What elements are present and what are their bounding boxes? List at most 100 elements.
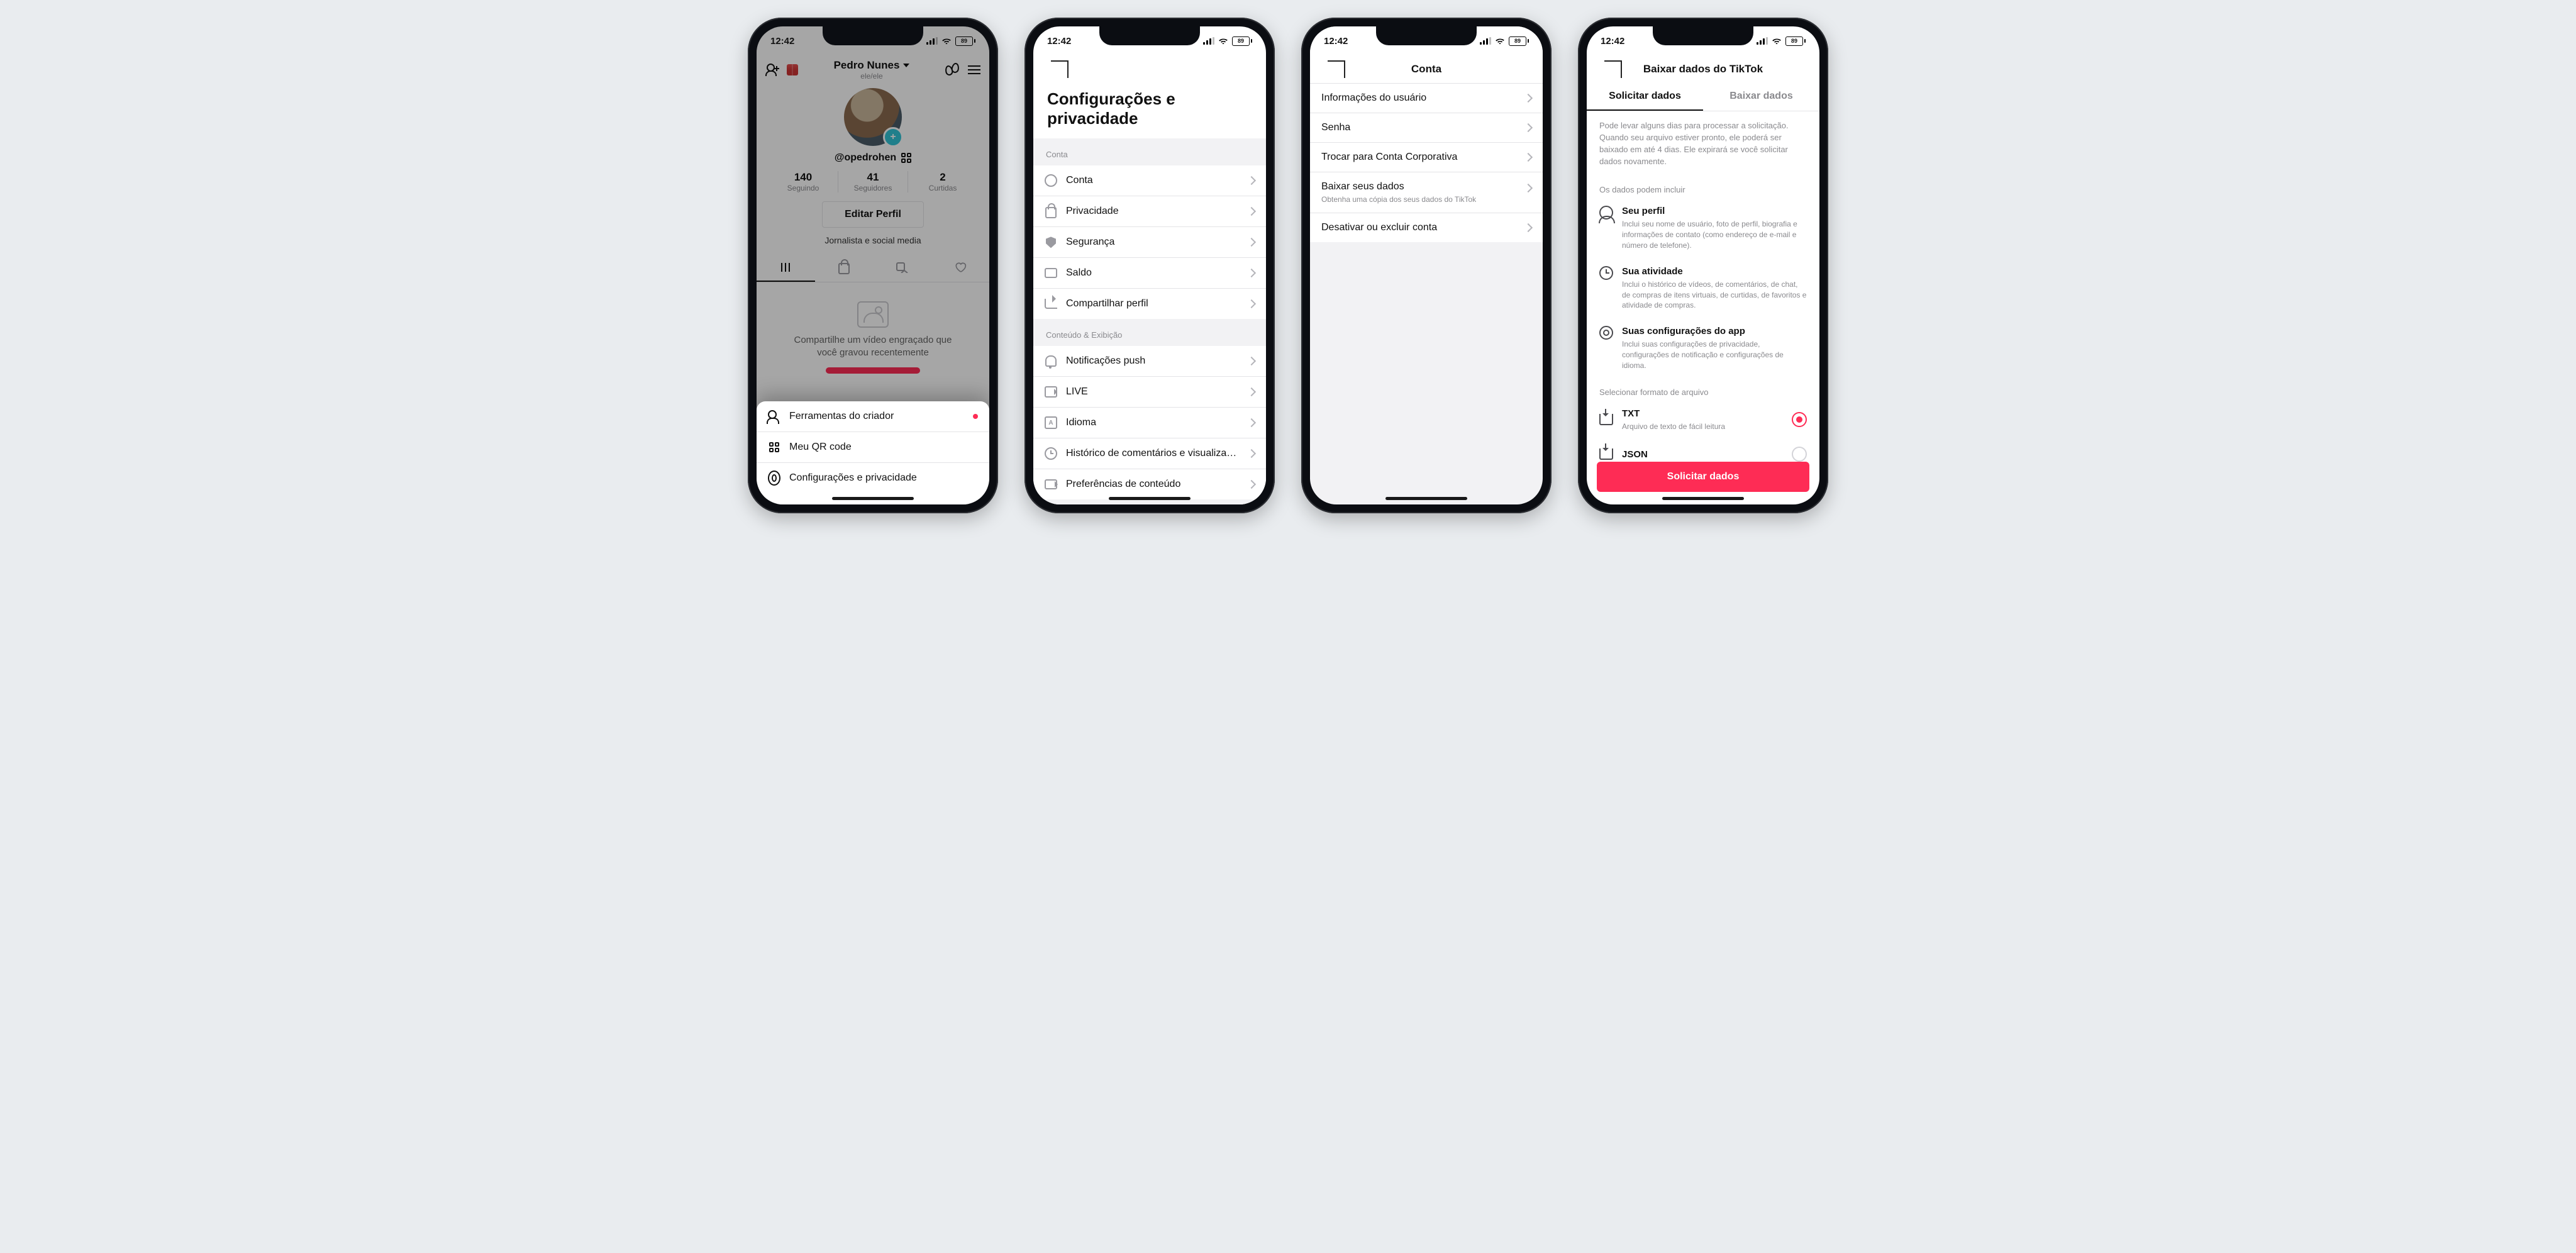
row-share[interactable]: Compartilhar perfil [1033,289,1266,319]
battery-icon: 89 [1232,36,1252,46]
chevron-right-icon [1524,184,1533,192]
bell-icon [1045,355,1057,367]
download-icon [1599,414,1613,425]
lang-icon: A [1045,416,1057,429]
chevron-right-icon [1247,238,1256,247]
home-indicator[interactable] [1109,497,1191,500]
status-time: 12:42 [1047,36,1071,47]
notch [823,26,923,45]
shield-icon [1046,237,1056,248]
chevron-right-icon [1247,357,1256,365]
radio-txt[interactable] [1792,412,1807,427]
home-indicator[interactable] [832,497,914,500]
qr-icon [769,442,779,452]
chevron-right-icon [1524,153,1533,162]
include-heading: Os dados podem incluir [1587,176,1819,198]
chevron-right-icon [1247,449,1256,458]
menu-sheet: Ferramentas do criador Meu QR code Confi… [757,401,989,504]
cellular-icon [1480,37,1491,45]
sheet-creator-tools[interactable]: Ferramentas do criador [757,401,989,432]
profile-icon [1599,206,1613,220]
sheet-qr[interactable]: Meu QR code [757,432,989,463]
chevron-right-icon [1247,387,1256,396]
phone-profile: 12:42 89 [748,18,998,513]
phone-account: 12:42 89 Conta Informações do usuário [1301,18,1552,513]
row-deactivate[interactable]: Desativar ou excluir conta [1310,213,1543,242]
notification-dot-icon [973,414,978,419]
tab-download[interactable]: Baixar dados [1703,83,1819,111]
tab-request[interactable]: Solicitar dados [1587,83,1703,111]
nav-title: Baixar dados do TikTok [1643,63,1763,75]
include-activity: Sua atividade Inclui o histórico de víde… [1587,259,1819,318]
row-live[interactable]: LIVE [1033,377,1266,408]
request-button[interactable]: Solicitar dados [1597,462,1809,492]
section-content: Conteúdo & Exibição [1033,319,1266,346]
notch [1653,26,1753,45]
chevron-right-icon [1247,176,1256,185]
wifi-icon [1495,37,1505,45]
wifi-icon [1218,37,1228,45]
row-security[interactable]: Segurança [1033,227,1266,258]
row-history[interactable]: Histórico de comentários e visualiza… [1033,438,1266,469]
chevron-right-icon [1524,223,1533,232]
back-button[interactable] [1042,64,1052,74]
status-time: 12:42 [770,36,794,47]
creator-icon [768,410,780,423]
sheet-settings[interactable]: Configurações e privacidade [757,463,989,493]
row-userinfo[interactable]: Informações do usuário [1310,84,1543,113]
status-time: 12:42 [1324,36,1348,47]
chevron-right-icon [1247,207,1256,216]
wifi-icon [941,37,952,45]
battery-icon: 89 [955,36,975,46]
settings-title: Configurações e privacidade [1033,83,1266,138]
notch [1376,26,1477,45]
intro-text: Pode levar alguns dias para processar a … [1587,111,1819,176]
cellular-icon [926,37,938,45]
row-download[interactable]: Baixar seus dados Obtenha uma cópia dos … [1310,172,1543,213]
row-push[interactable]: Notificações push [1033,346,1266,377]
download-icon [1599,448,1613,460]
live-icon [1045,386,1057,398]
chevron-right-icon [1524,123,1533,132]
cellular-icon [1203,37,1214,45]
user-icon [1045,174,1057,187]
gear-icon [768,471,780,486]
chevron-right-icon [1247,269,1256,277]
row-password[interactable]: Senha [1310,113,1543,143]
row-account[interactable]: Conta [1033,165,1266,196]
chevron-right-icon [1524,94,1533,103]
section-account: Conta [1033,138,1266,165]
row-download-sub: Obtenha uma cópia dos seus dados do TikT… [1321,195,1516,204]
camera-icon [1045,479,1057,489]
row-balance[interactable]: Saldo [1033,258,1266,289]
gear-icon [1599,326,1613,340]
status-time: 12:42 [1601,36,1624,47]
chevron-right-icon [1247,299,1256,308]
sheet-creator-label: Ferramentas do criador [789,411,964,422]
row-switchbiz[interactable]: Trocar para Conta Corporativa [1310,143,1543,172]
notch [1099,26,1200,45]
phone-settings: 12:42 89 Configurações e privacidade Con… [1024,18,1275,513]
row-privacy[interactable]: Privacidade [1033,196,1266,227]
back-button[interactable] [1596,64,1606,74]
radio-json[interactable] [1792,447,1807,462]
wifi-icon [1772,37,1782,45]
home-indicator[interactable] [1385,497,1467,500]
sheet-qr-label: Meu QR code [789,442,978,453]
format-txt[interactable]: TXT Arquivo de texto de fácil leitura [1587,401,1819,440]
row-lang[interactable]: A Idioma [1033,408,1266,438]
home-indicator[interactable] [1662,497,1744,500]
battery-icon: 89 [1509,36,1529,46]
lock-icon [1045,207,1057,218]
share-icon [1045,299,1057,309]
battery-icon: 89 [1785,36,1806,46]
wallet-icon [1045,268,1057,278]
chevron-right-icon [1247,418,1256,427]
nav-title: Conta [1411,63,1441,75]
row-prefs[interactable]: Preferências de conteúdo [1033,469,1266,499]
clock-icon [1599,266,1613,280]
back-button[interactable] [1319,64,1329,74]
request-button-label: Solicitar dados [1667,471,1740,482]
include-settings: Suas configurações do app Inclui suas co… [1587,318,1819,378]
cellular-icon [1757,37,1768,45]
